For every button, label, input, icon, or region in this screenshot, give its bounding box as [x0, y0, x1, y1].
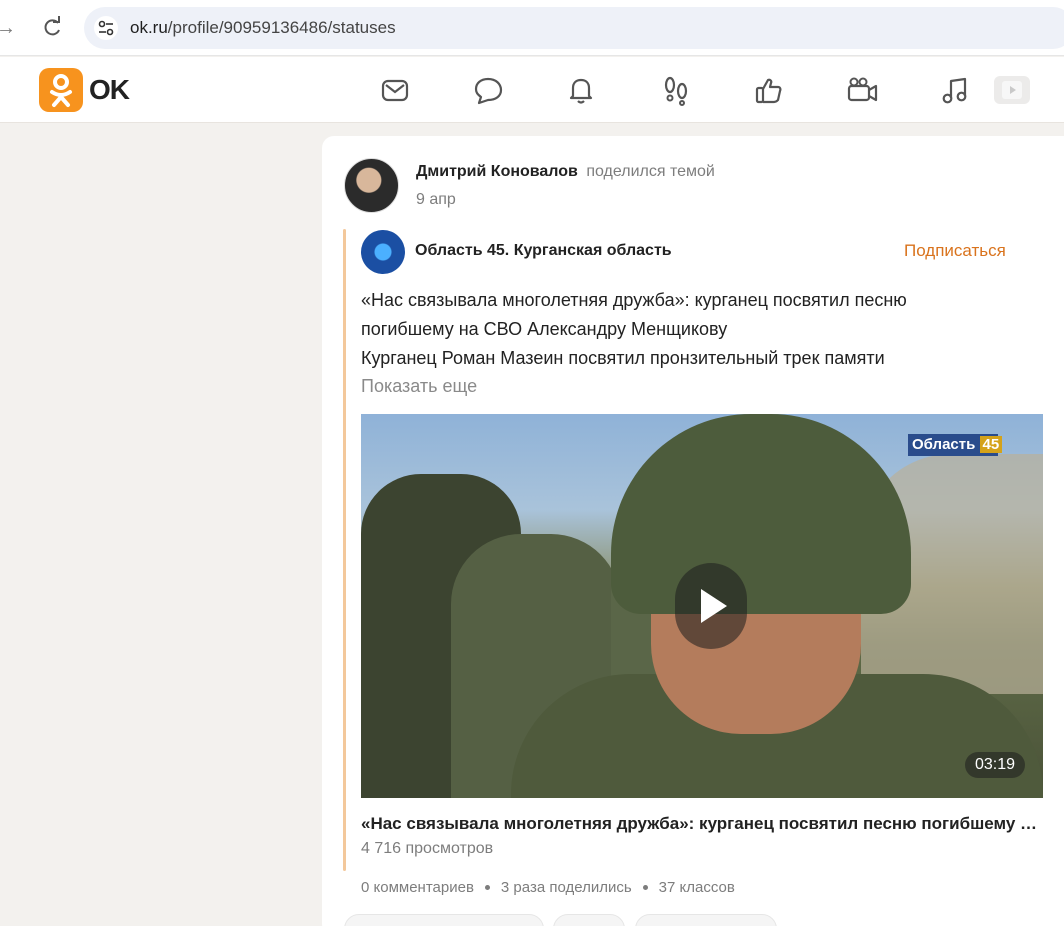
post-author-line: Дмитрий Коновалов поделился темой: [416, 163, 715, 181]
notifications-icon[interactable]: [564, 73, 598, 107]
music-icon[interactable]: [938, 73, 972, 107]
author-avatar[interactable]: [344, 158, 399, 213]
site-header: OK: [0, 57, 1064, 123]
messages-icon[interactable]: [378, 73, 412, 107]
post-text-line: Курганец Роман Мазеин посвятил пронзител…: [361, 348, 885, 368]
post-text-line: погибшему на СВО Александру Менщикову: [361, 319, 728, 339]
logo-text: OK: [89, 74, 130, 105]
channel-watermark-number: 45: [979, 436, 1003, 453]
video-icon[interactable]: [845, 73, 879, 107]
shares-count[interactable]: 3 раза поделились: [501, 879, 632, 896]
likes-count[interactable]: 37 классов: [659, 879, 735, 896]
channel-watermark-text: Область: [912, 436, 976, 453]
post-text-line: «Нас связывала многолетняя дружба»: кург…: [361, 290, 907, 310]
post-stats: 0 комментариев 3 раза поделились 37 клас…: [361, 879, 735, 896]
author-name[interactable]: Дмитрий Коновалов: [416, 163, 578, 180]
video-frame-helmet: [611, 414, 911, 614]
video-views: 4 716 просмотров: [361, 840, 494, 857]
url-host: ok.ru: [130, 18, 168, 37]
show-more-link[interactable]: Показать еще: [361, 376, 477, 397]
url-text[interactable]: ok.ru/profile/90959136486/statuses: [130, 18, 396, 38]
comments-count[interactable]: 0 комментариев: [361, 879, 474, 896]
separator-dot: [484, 885, 490, 890]
video-title[interactable]: «Нас связывала многолетняя дружба»: кург…: [361, 814, 1043, 834]
ok-logo[interactable]: OK: [39, 68, 130, 112]
play-icon[interactable]: [675, 563, 747, 649]
forward-icon[interactable]: →: [0, 14, 16, 42]
post-date[interactable]: 9 апр: [416, 191, 456, 209]
channel-watermark: Область 45: [908, 434, 1003, 456]
shared-content-marker: [343, 229, 346, 871]
browser-toolbar: → ok.ru/profile/90959136486/statuses: [0, 0, 1064, 56]
guests-icon[interactable]: [659, 73, 693, 107]
video-duration: 03:19: [965, 752, 1025, 778]
discussions-icon[interactable]: [471, 73, 505, 107]
author-action: поделился темой: [586, 163, 715, 180]
separator-dot: [642, 885, 648, 890]
reload-icon[interactable]: [40, 14, 64, 42]
comment-button[interactable]: [344, 914, 544, 926]
post-text: «Нас связывала многолетняя дружба»: кург…: [361, 286, 1041, 373]
share-button[interactable]: [553, 914, 625, 926]
url-path: /profile/90959136486/statuses: [167, 18, 396, 37]
group-name[interactable]: Область 45. Курганская область: [415, 242, 672, 260]
like-button[interactable]: [635, 914, 777, 926]
site-settings-icon[interactable]: [94, 16, 118, 40]
group-avatar[interactable]: [361, 230, 405, 274]
address-bar[interactable]: ok.ru/profile/90959136486/statuses: [84, 7, 1064, 49]
ok-logo-icon: [39, 68, 83, 112]
subscribe-button[interactable]: Подписаться: [904, 241, 1006, 261]
likes-icon[interactable]: [752, 73, 786, 107]
more-icon[interactable]: [994, 76, 1030, 104]
